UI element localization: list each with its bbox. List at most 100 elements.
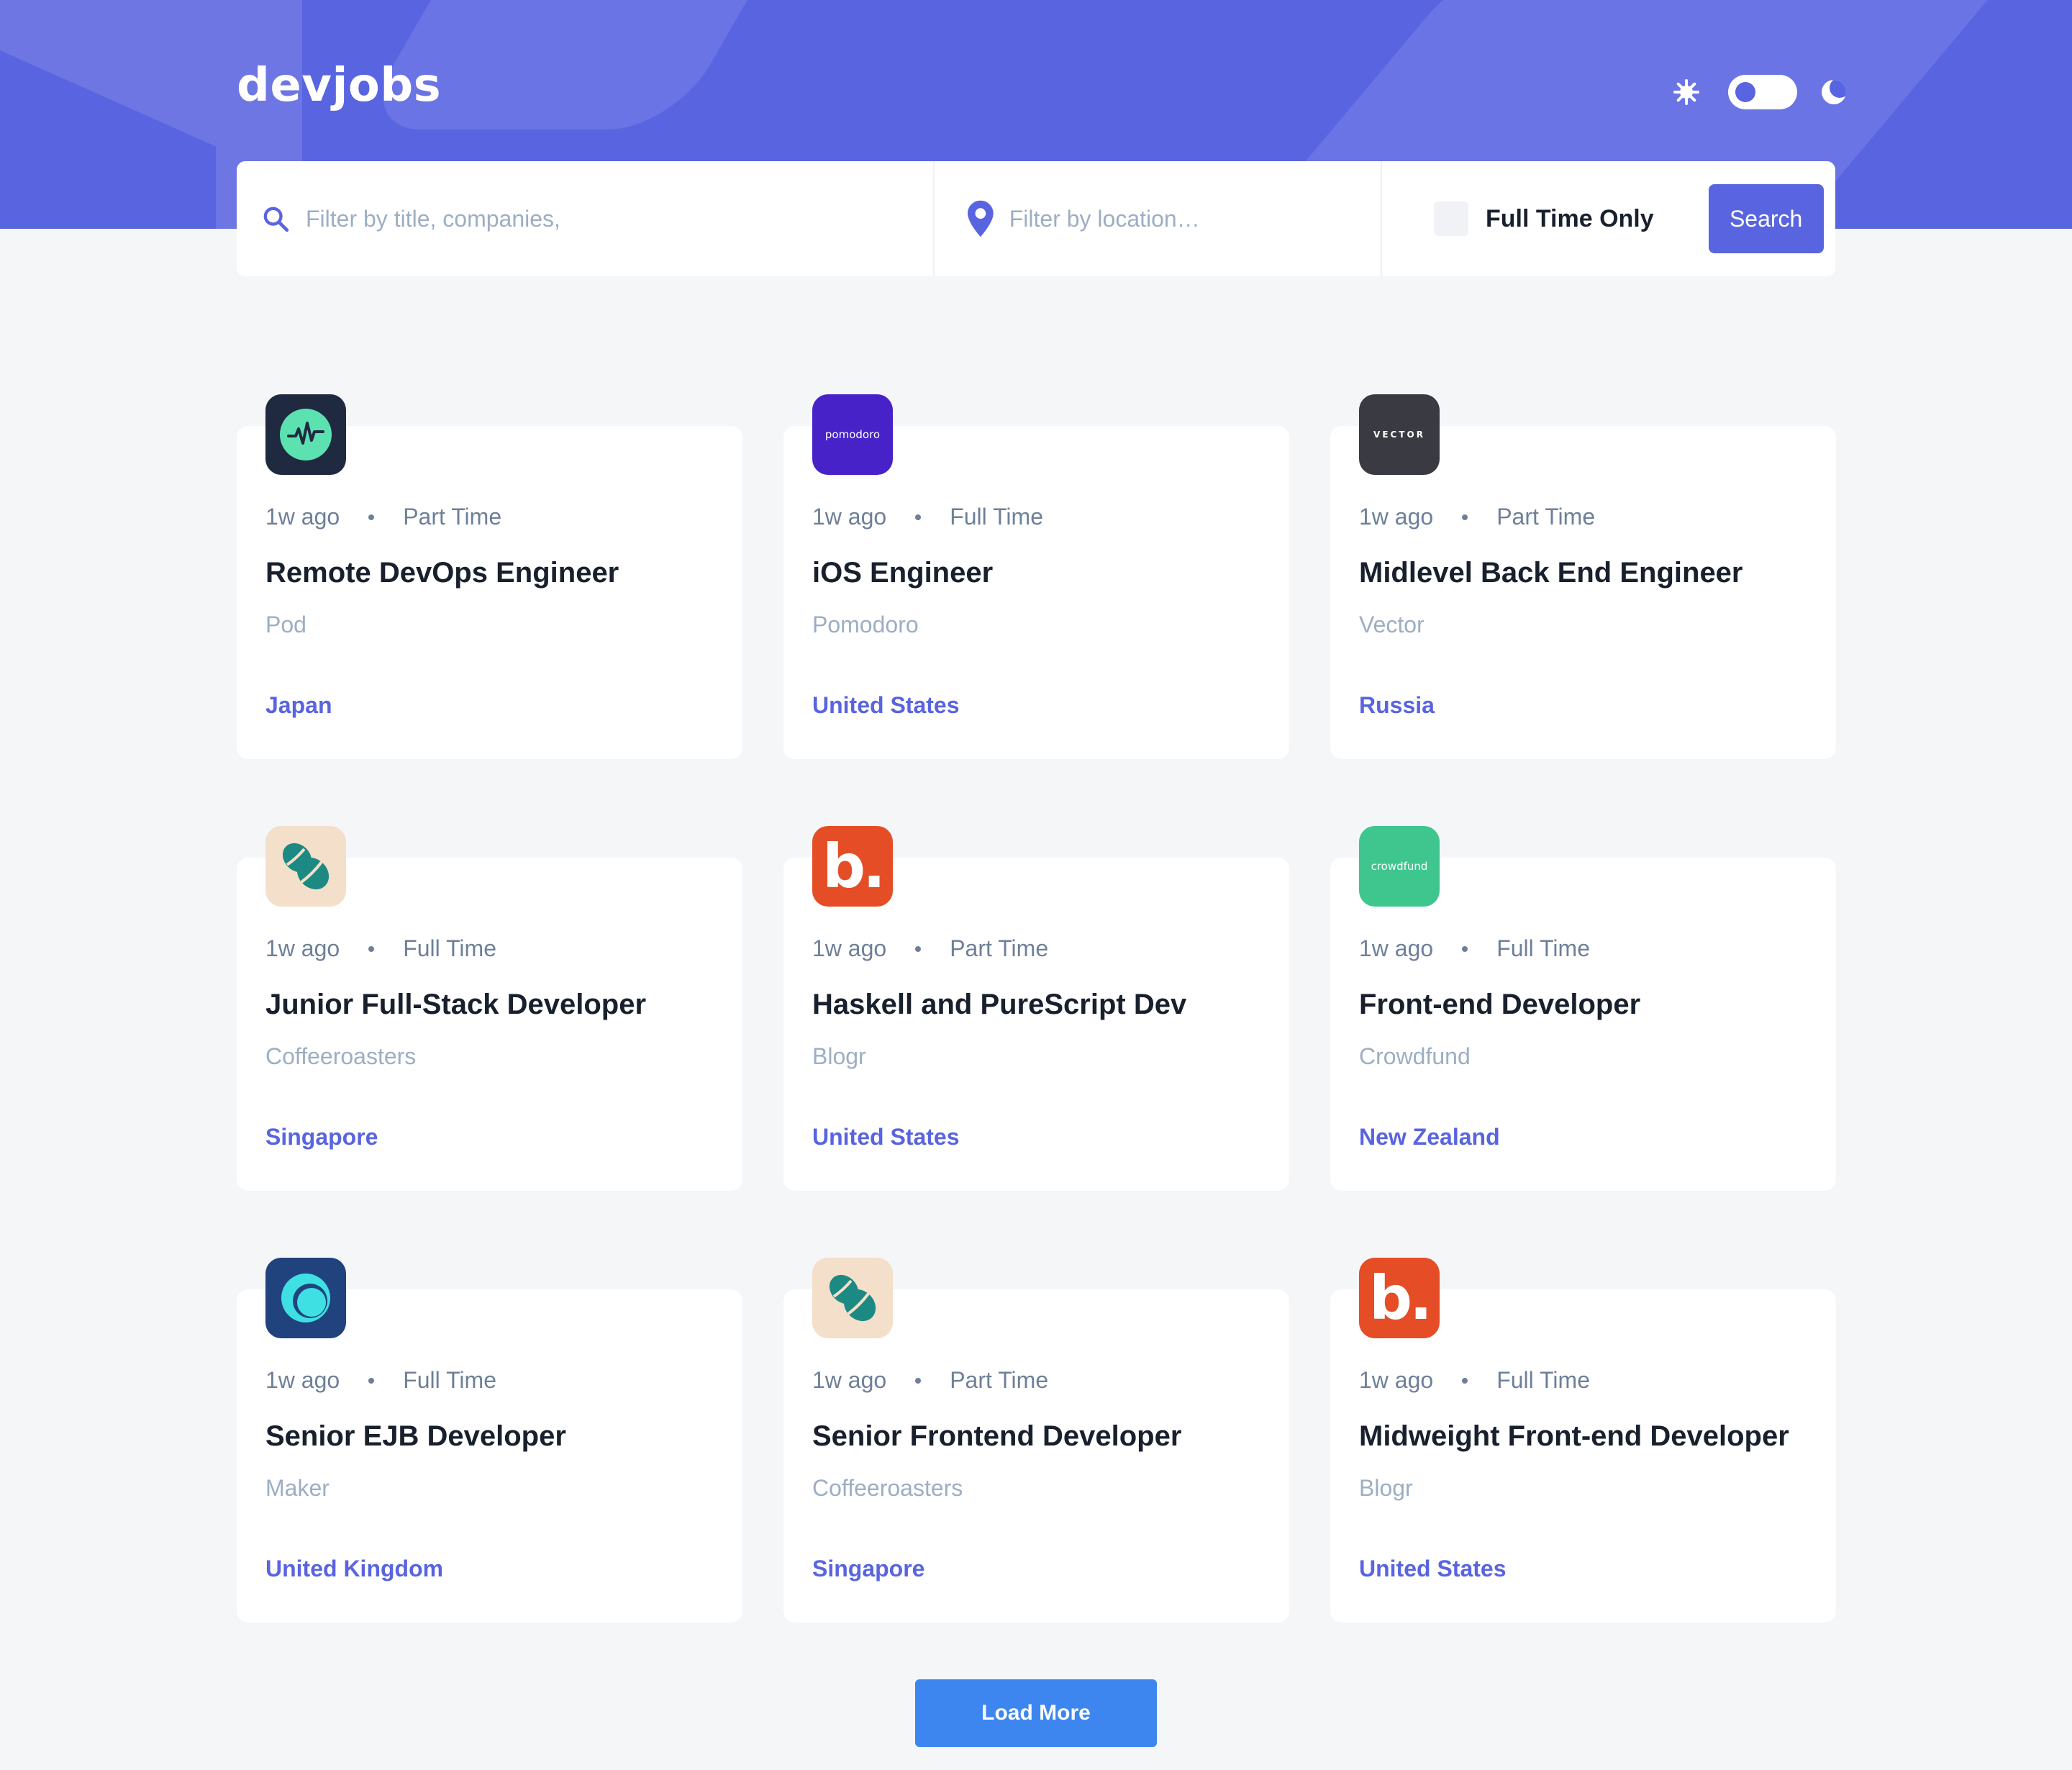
job-meta: 1w ago Part Time [265, 504, 501, 530]
posted-time: 1w ago [265, 935, 340, 961]
title-search-input[interactable] [306, 205, 680, 232]
company-logo: b. [812, 826, 893, 907]
job-title[interactable]: Senior Frontend Developer [812, 1420, 1181, 1453]
job-location: United States [812, 692, 960, 718]
separator-dot [368, 945, 375, 952]
company-name: Coffeeroasters [812, 1475, 963, 1501]
company-name: Blogr [1359, 1475, 1413, 1501]
job-meta: 1w ago Part Time [1359, 504, 1595, 530]
job-title[interactable]: Front-end Developer [1359, 989, 1640, 1021]
contract-type: Part Time [1496, 504, 1596, 530]
job-card[interactable]: 1w ago Full Time Senior EJB Developer Maker… [237, 1258, 742, 1622]
company-logo-text: pomodoro [824, 428, 881, 441]
separator-dot [368, 1377, 375, 1384]
posted-time: 1w ago [812, 1367, 887, 1393]
job-location: Singapore [265, 1124, 378, 1150]
contract-type: Full Time [1496, 1367, 1590, 1393]
posted-time: 1w ago [265, 504, 340, 530]
location-pin-icon [968, 200, 994, 237]
posted-time: 1w ago [1359, 1367, 1434, 1393]
load-more-button[interactable]: Load More [915, 1679, 1157, 1747]
job-meta: 1w ago Full Time [1359, 935, 1590, 962]
job-title[interactable]: Junior Full-Stack Developer [265, 989, 646, 1021]
separator-dot [1462, 945, 1468, 952]
company-logo: pomodoro [812, 394, 893, 475]
full-time-checkbox[interactable] [1434, 201, 1468, 236]
job-meta: 1w ago Part Time [812, 935, 1048, 962]
contract-type: Full Time [403, 1367, 496, 1393]
job-meta: 1w ago Full Time [265, 935, 496, 962]
posted-time: 1w ago [1359, 935, 1434, 961]
coffee-beans-icon [829, 1274, 876, 1322]
job-title[interactable]: Senior EJB Developer [265, 1420, 566, 1453]
theme-toggle[interactable] [1728, 75, 1797, 109]
job-location: United States [1359, 1556, 1507, 1581]
job-location: United Kingdom [265, 1556, 444, 1581]
job-card[interactable]: VECTOR 1w ago Part Time Midlevel Back End E… [1330, 394, 1836, 759]
job-card[interactable]: 1w ago Full Time Junior Full-Stack Develop… [237, 826, 742, 1191]
company-name: Pod [265, 612, 306, 637]
company-name: Pomodoro [812, 612, 919, 637]
separator-dot [368, 514, 375, 520]
job-card[interactable]: 1w ago Part Time Senior Frontend Developer… [783, 1258, 1289, 1622]
job-title[interactable]: iOS Engineer [812, 557, 993, 589]
full-time-label[interactable]: Full Time Only [1486, 205, 1654, 233]
job-location: Japan [265, 692, 332, 718]
job-title[interactable]: Haskell and PureScript Dev [812, 989, 1186, 1021]
posted-time: 1w ago [1359, 504, 1434, 530]
job-card[interactable]: b. 1w ago Full Time Midweight Front-end Dev… [1330, 1258, 1836, 1622]
theme-toggle-group [1673, 71, 1846, 114]
job-card[interactable]: 1w ago Part Time Remote DevOps Engineer Pod… [237, 394, 742, 759]
separator-dot [915, 945, 922, 952]
location-search-input[interactable] [1009, 205, 1381, 232]
sun-icon [1673, 79, 1699, 105]
separator-dot [1462, 1377, 1468, 1384]
company-logo: VECTOR [1359, 394, 1440, 475]
job-title[interactable]: Remote DevOps Engineer [265, 557, 619, 589]
full-time-filter: Full Time Only Search [1382, 161, 1835, 276]
job-meta: 1w ago Full Time [1359, 1367, 1590, 1394]
contract-type: Part Time [403, 504, 502, 530]
job-meta: 1w ago Full Time [265, 1367, 496, 1394]
company-logo: crowdfund [1359, 826, 1440, 907]
job-location: United States [812, 1124, 960, 1150]
company-logo [265, 826, 346, 907]
company-logo-text: b. [1368, 1263, 1432, 1333]
company-name: Vector [1359, 612, 1424, 637]
separator-dot [1462, 514, 1468, 520]
job-meta: 1w ago Full Time [812, 504, 1043, 530]
company-logo [265, 1258, 346, 1338]
job-card[interactable]: crowdfund 1w ago Full Time Front-end Develo… [1330, 826, 1836, 1191]
coffee-beans-icon [282, 843, 330, 890]
job-card[interactable]: pomodoro 1w ago Full Time iOS Engineer Pomod… [783, 394, 1289, 759]
company-logo [265, 394, 346, 475]
company-logo-text: b. [822, 831, 886, 902]
title-filter [237, 161, 935, 276]
company-name: Coffeeroasters [265, 1043, 417, 1069]
contract-type: Full Time [950, 504, 1043, 530]
job-location: Russia [1359, 692, 1435, 718]
contract-type: Part Time [950, 1367, 1049, 1393]
search-icon [263, 206, 289, 232]
search-bar: Full Time Only Search [237, 161, 1835, 276]
contract-type: Full Time [1496, 935, 1590, 961]
posted-time: 1w ago [812, 935, 887, 961]
location-filter [935, 161, 1382, 276]
job-card[interactable]: b. 1w ago Part Time Haskell and PureScript … [783, 826, 1289, 1191]
pod-wave-icon [280, 409, 332, 460]
company-logo: b. [1359, 1258, 1440, 1338]
contract-type: Full Time [403, 935, 496, 961]
company-name: Maker [265, 1475, 330, 1501]
job-title[interactable]: Midweight Front-end Developer [1359, 1420, 1789, 1453]
maker-circle-icon [281, 1274, 330, 1322]
job-location: New Zealand [1359, 1124, 1500, 1150]
brand-logo[interactable]: devjobs [237, 59, 441, 112]
job-location: Singapore [812, 1556, 925, 1581]
company-logo-text: crowdfund [1371, 860, 1428, 873]
job-title[interactable]: Midlevel Back End Engineer [1359, 557, 1743, 589]
separator-dot [915, 1377, 922, 1384]
search-button[interactable]: Search [1708, 184, 1824, 253]
separator-dot [915, 514, 922, 520]
company-logo [812, 1258, 893, 1338]
toggle-knob [1735, 82, 1755, 102]
